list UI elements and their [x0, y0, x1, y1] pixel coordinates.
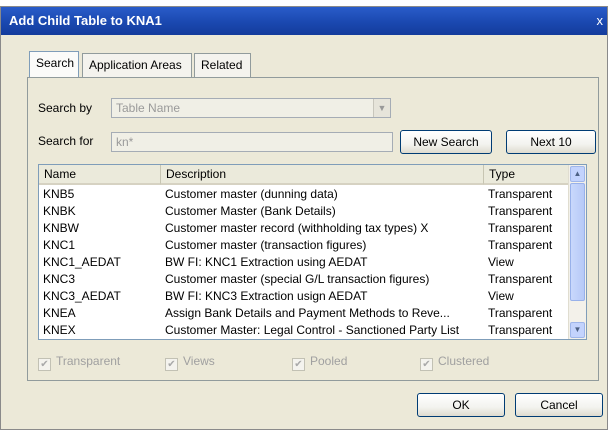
search-input-value: kn* — [116, 135, 134, 149]
cell-description: Assign Bank Details and Payment Methods … — [165, 306, 450, 320]
search-input[interactable]: kn* — [111, 132, 393, 152]
table-scrollbar[interactable]: ▲ ▼ — [568, 165, 586, 339]
cell-description: BW FI: KNC1 Extraction using AEDAT — [165, 255, 368, 269]
cell-description: Customer master (dunning data) — [165, 187, 338, 201]
cell-name: KNBK — [43, 204, 76, 218]
cell-type: Transparent — [488, 204, 553, 218]
down-arrow-icon[interactable]: ▼ — [570, 322, 585, 338]
table-row[interactable]: KNC1 Customer master (transaction figure… — [39, 237, 569, 254]
cell-description: Customer master (special G/L transaction… — [165, 272, 430, 286]
filter-clustered[interactable]: ✔ Clustered — [420, 354, 489, 371]
cell-description: Customer master record (withholding tax … — [165, 221, 429, 235]
filter-views-label: Views — [183, 354, 215, 368]
filter-clustered-label: Clustered — [438, 354, 490, 368]
cell-name: KNBW — [43, 221, 79, 235]
column-header-type[interactable]: Type — [484, 165, 569, 185]
column-header-name[interactable]: Name — [39, 165, 161, 185]
ok-button[interactable]: OK — [417, 393, 505, 417]
table-row[interactable]: KNEX Customer Master: Legal Control - Sa… — [39, 322, 569, 339]
table-row[interactable]: KNC3_AEDAT BW FI: KNC3 Extraction usign … — [39, 288, 569, 305]
table-row[interactable]: KNB5 Customer master (dunning data) Tran… — [39, 186, 569, 203]
search-for-label: Search for — [38, 134, 94, 148]
new-search-button[interactable]: New Search — [400, 130, 492, 154]
cell-name: KNC3 — [43, 272, 76, 286]
cell-type: Transparent — [488, 238, 553, 252]
tab-application-areas[interactable]: Application Areas — [82, 53, 192, 77]
cell-type: Transparent — [488, 323, 553, 337]
filter-transparent-label: Transparent — [56, 354, 121, 368]
column-header-description[interactable]: Description — [161, 165, 484, 185]
chevron-down-icon[interactable]: ▼ — [373, 99, 390, 117]
cell-name: KNEX — [43, 323, 76, 337]
cell-type: Transparent — [488, 187, 553, 201]
results-table[interactable]: Name Description Type KNB5 Customer mast… — [38, 164, 587, 340]
cell-type: Transparent — [488, 272, 553, 286]
cell-type: Transparent — [488, 306, 553, 320]
cell-name: KNEA — [43, 306, 76, 320]
filter-pooled-label: Pooled — [310, 354, 348, 368]
table-row[interactable]: KNEA Assign Bank Details and Payment Met… — [39, 305, 569, 322]
tab-related[interactable]: Related — [194, 53, 251, 77]
cell-name: KNC3_AEDAT — [43, 289, 121, 303]
cell-description: BW FI: KNC3 Extraction usign AEDAT — [165, 289, 368, 303]
title-bar: Add Child Table to KNA1 x — [1, 7, 607, 35]
filter-pooled[interactable]: ✔ Pooled — [292, 354, 347, 371]
cell-type: Transparent — [488, 221, 553, 235]
table-row[interactable]: KNC3 Customer master (special G/L transa… — [39, 271, 569, 288]
checkbox-check-icon[interactable]: ✔ — [165, 358, 178, 371]
window-title: Add Child Table to KNA1 — [9, 13, 162, 28]
filter-transparent[interactable]: ✔ Transparent — [38, 354, 120, 371]
search-by-select[interactable]: Table Name ▼ — [111, 98, 391, 118]
tab-search[interactable]: Search — [29, 51, 79, 77]
filter-views[interactable]: ✔ Views — [165, 354, 215, 371]
cell-description: Customer Master: Legal Control - Sanctio… — [165, 323, 460, 337]
dialog-window: Add Child Table to KNA1 x Search Applica… — [0, 6, 608, 430]
table-row[interactable]: KNC1_AEDAT BW FI: KNC1 Extraction using … — [39, 254, 569, 271]
checkbox-check-icon[interactable]: ✔ — [420, 358, 433, 371]
checkbox-check-icon[interactable]: ✔ — [38, 358, 51, 371]
cell-name: KNB5 — [43, 187, 75, 201]
search-by-label: Search by — [38, 101, 93, 115]
cell-name: KNC1 — [43, 238, 76, 252]
scrollbar-thumb[interactable] — [570, 183, 585, 301]
cell-name: KNC1_AEDAT — [43, 255, 121, 269]
cancel-button[interactable]: Cancel — [515, 393, 603, 417]
search-panel: Search by Table Name ▼ Search for kn* Ne… — [27, 77, 599, 381]
table-header: Name Description Type — [39, 165, 569, 185]
close-icon[interactable]: x — [597, 7, 604, 35]
cell-description: Customer master (transaction figures) — [165, 238, 367, 252]
cell-description: Customer Master (Bank Details) — [165, 204, 336, 218]
checkbox-check-icon[interactable]: ✔ — [292, 358, 305, 371]
next-10-button[interactable]: Next 10 — [506, 130, 596, 154]
table-row[interactable]: KNBW Customer master record (withholding… — [39, 220, 569, 237]
cell-type: View — [488, 255, 514, 269]
cell-type: View — [488, 289, 514, 303]
up-arrow-icon[interactable]: ▲ — [570, 166, 585, 182]
table-row[interactable]: KNBK Customer Master (Bank Details) Tran… — [39, 203, 569, 220]
search-by-value: Table Name — [116, 101, 181, 115]
